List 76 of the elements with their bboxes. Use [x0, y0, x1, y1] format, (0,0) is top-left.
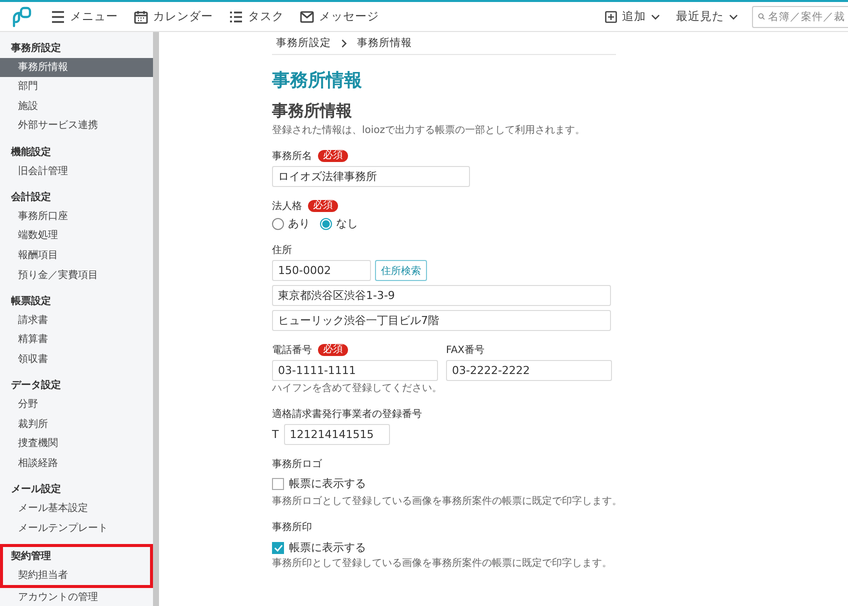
- sidebar-item[interactable]: 相談経路: [0, 454, 153, 474]
- input-field[interactable]: ロイオズ法律事務所: [272, 166, 470, 187]
- sidebar-item[interactable]: 端数処理: [0, 226, 153, 246]
- postal-code-field[interactable]: 150-0002: [272, 260, 371, 281]
- breadcrumb-link[interactable]: 事務所設定: [276, 36, 331, 50]
- field-label: FAX番号: [446, 344, 485, 357]
- input-field[interactable]: 03-1111-1111: [272, 360, 438, 381]
- list-icon: [229, 10, 243, 22]
- radio-option[interactable]: なし: [320, 216, 358, 231]
- field-label: 住所: [272, 244, 292, 257]
- hint-text: 事務所ロゴとして登録している画像を事務所案件の帳票に既定で印字します。: [272, 494, 623, 508]
- field-label: 事務所印: [272, 520, 312, 534]
- sidebar-item[interactable]: 事務所口座: [0, 206, 153, 226]
- add-button[interactable]: 追加: [599, 7, 666, 26]
- address-field[interactable]: 東京都渋谷区渋谷1-3-9: [272, 285, 611, 306]
- sidebar-item[interactable]: 分野: [0, 395, 153, 415]
- sidebar-item[interactable]: 領収書: [0, 350, 153, 370]
- recent-button[interactable]: 最近見た: [670, 7, 744, 26]
- sidebar-heading: 事務所設定: [10, 41, 61, 55]
- search-icon: [758, 11, 765, 22]
- field-label: 電話番号: [272, 344, 312, 357]
- sidebar-heading: 機能設定: [10, 145, 51, 159]
- logo-icon[interactable]: [11, 6, 33, 28]
- required-badge: 必須: [308, 200, 338, 212]
- caret-icon: [729, 14, 738, 20]
- sidebar-item[interactable]: 報酬項目: [0, 246, 153, 266]
- input-field[interactable]: 121214141515: [284, 424, 390, 445]
- sidebar-item[interactable]: メール基本設定: [0, 499, 153, 519]
- sidebar-item[interactable]: 請求書: [0, 310, 153, 330]
- sidebar-item[interactable]: 裁判所: [0, 414, 153, 434]
- prefix-text: T: [272, 428, 279, 441]
- sidebar-item[interactable]: メールテンプレート: [0, 518, 153, 538]
- sidebar-heading: 帳票設定: [10, 294, 51, 308]
- checkbox-option[interactable]: 帳票に表示する: [272, 540, 366, 555]
- hint-text: 事務所印として登録している画像を事務所案件の帳票に既定で印字します。: [272, 556, 613, 570]
- sidebar-item[interactable]: 外部サービス連携: [0, 116, 153, 136]
- chevron-icon: [341, 38, 347, 48]
- sidebar-item[interactable]: 旧会計管理: [0, 162, 153, 182]
- menu-icon: [51, 10, 65, 22]
- radio-option[interactable]: あり: [272, 216, 310, 231]
- sidebar-item[interactable]: 捜査機関: [0, 434, 153, 454]
- sidebar-item[interactable]: アカウントの管理: [0, 588, 153, 606]
- calendar-icon: [134, 10, 148, 24]
- field-label: 法人格: [272, 200, 302, 213]
- breadcrumb-link[interactable]: 事務所情報: [357, 36, 412, 50]
- sidebar-item[interactable]: 契約担当者: [0, 566, 153, 586]
- sidebar-item[interactable]: 施設: [0, 96, 153, 116]
- sidebar-item[interactable]: 預り金／実費項目: [0, 266, 153, 286]
- field-label: 適格請求書発行事業者の登録番号: [272, 408, 422, 421]
- sidebar-item[interactable]: 部門: [0, 77, 153, 97]
- sidebar-heading: 会計設定: [10, 190, 51, 204]
- section-title: 事務所情報: [272, 101, 353, 121]
- hint-text: ハイフンを含めて登録してください。: [272, 382, 443, 395]
- required-badge: 必須: [318, 344, 348, 356]
- nav-button[interactable]: タスク: [223, 7, 290, 26]
- field-label: 事務所ロゴ: [272, 458, 322, 471]
- input-field[interactable]: 03-2222-2222: [446, 360, 612, 381]
- search-field[interactable]: 名簿／案件／裁: [752, 6, 848, 28]
- address-search-button[interactable]: 住所検索: [375, 260, 427, 281]
- sidebar-item[interactable]: 精算書: [0, 330, 153, 350]
- plus-icon: [605, 10, 617, 22]
- nav-button[interactable]: メッセージ: [294, 7, 385, 26]
- field-label: 事務所名: [272, 150, 312, 163]
- required-badge: 必須: [318, 150, 348, 162]
- nav-button[interactable]: カレンダー: [128, 7, 219, 26]
- nav-button[interactable]: メニュー: [45, 7, 124, 26]
- envelope-icon: [300, 10, 314, 22]
- checkbox-option[interactable]: 帳票に表示する: [272, 476, 366, 491]
- address-field[interactable]: ヒューリック渋谷一丁目ビル7階: [272, 310, 611, 331]
- sidebar-heading: データ設定: [10, 378, 61, 392]
- caret-icon: [651, 14, 660, 20]
- description: 登録された情報は、loiozで出力する帳票の一部として利用されます。: [272, 124, 586, 137]
- page-title: 事務所情報: [272, 69, 363, 93]
- sidebar-heading: メール設定: [10, 482, 61, 496]
- sidebar-item[interactable]: 事務所情報: [0, 58, 153, 78]
- sidebar-heading: 契約管理: [10, 550, 51, 564]
